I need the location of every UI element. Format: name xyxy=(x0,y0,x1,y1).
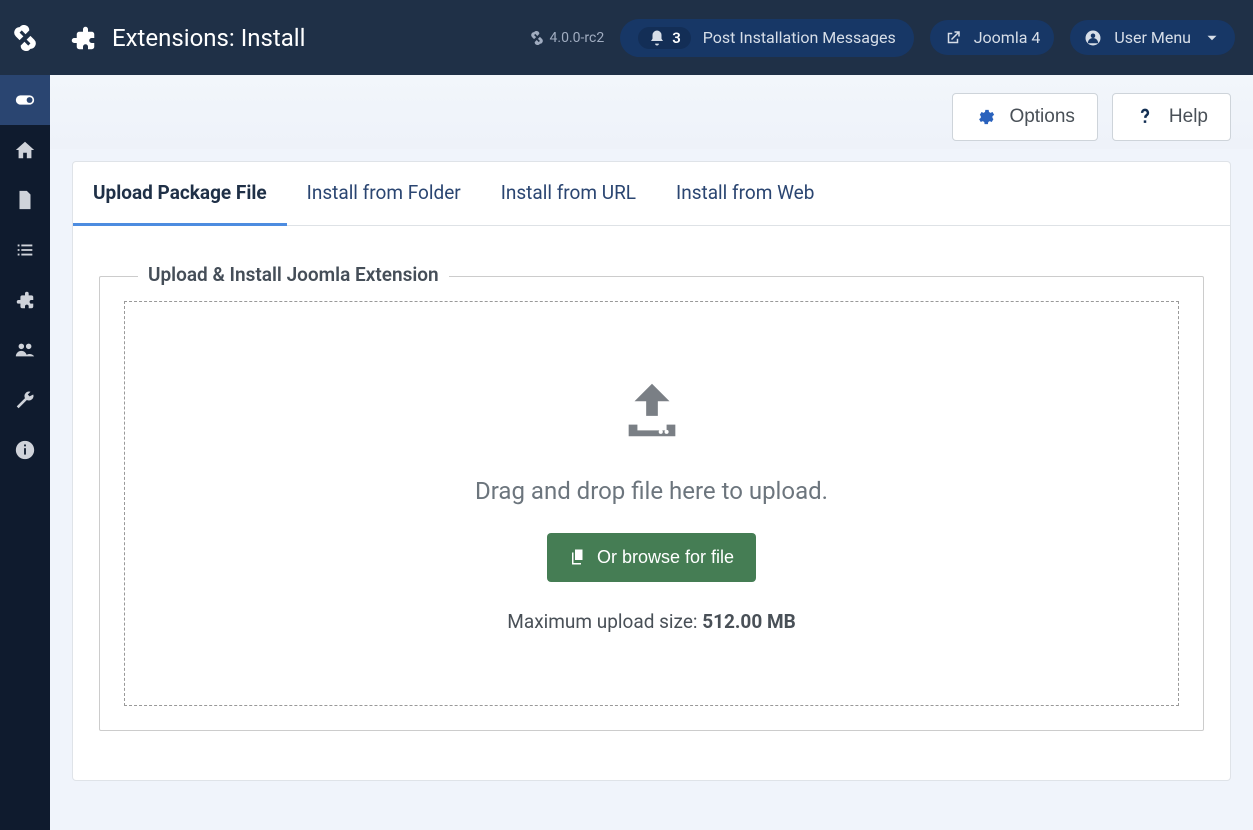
home-icon xyxy=(14,139,36,161)
upload-icon xyxy=(617,375,687,449)
sidebar-item-system[interactable] xyxy=(0,375,50,425)
chevron-down-icon xyxy=(1203,29,1221,47)
puzzle-icon xyxy=(14,289,36,311)
page-title: Extensions: Install xyxy=(112,24,305,52)
notifications-label: Post Installation Messages xyxy=(703,28,896,47)
gear-icon xyxy=(975,107,995,127)
toolbar: Options Help xyxy=(50,75,1253,149)
version-label: 4.0.0-rc2 xyxy=(530,30,605,46)
tab-install-url[interactable]: Install from URL xyxy=(481,162,656,225)
sidebar-item-components[interactable] xyxy=(0,275,50,325)
tab-install-web[interactable]: Install from Web xyxy=(656,162,834,225)
list-icon xyxy=(14,239,36,261)
drop-message: Drag and drop file here to upload. xyxy=(475,477,828,505)
sidebar-item-home[interactable] xyxy=(0,125,50,175)
external-link-icon xyxy=(944,29,962,47)
options-button[interactable]: Options xyxy=(952,93,1097,141)
joomla-small-icon xyxy=(530,31,544,45)
dropzone[interactable]: Drag and drop file here to upload. Or br… xyxy=(124,301,1179,706)
bell-icon xyxy=(648,29,666,47)
browse-button[interactable]: Or browse for file xyxy=(547,533,756,582)
notifications-badge: 3 xyxy=(638,27,691,49)
tab-install-folder[interactable]: Install from Folder xyxy=(287,162,481,225)
sidebar xyxy=(0,0,50,830)
copy-icon xyxy=(569,547,587,567)
sidebar-toggle[interactable] xyxy=(0,75,50,125)
sidebar-item-info[interactable] xyxy=(0,425,50,475)
sidebar-item-menus[interactable] xyxy=(0,225,50,275)
fieldset-legend: Upload & Install Joomla Extension xyxy=(138,263,449,286)
wrench-icon xyxy=(14,389,36,411)
info-icon xyxy=(14,439,36,461)
topbar: Extensions: Install 4.0.0-rc2 3 Post Ins… xyxy=(50,0,1253,75)
upload-fieldset: Upload & Install Joomla Extension Drag a… xyxy=(99,276,1204,731)
joomla-icon xyxy=(12,25,38,51)
toggle-icon xyxy=(14,89,36,111)
file-icon xyxy=(14,189,36,211)
sidebar-item-content[interactable] xyxy=(0,175,50,225)
sidebar-item-users[interactable] xyxy=(0,325,50,375)
help-button[interactable]: Help xyxy=(1112,93,1231,141)
site-link-pill[interactable]: Joomla 4 xyxy=(930,20,1055,55)
main-card: Upload Package File Install from Folder … xyxy=(72,161,1231,781)
user-menu-pill[interactable]: User Menu xyxy=(1070,20,1235,55)
user-circle-icon xyxy=(1084,29,1102,47)
brand-logo[interactable] xyxy=(0,0,50,75)
users-icon xyxy=(14,339,36,361)
tab-upload-package[interactable]: Upload Package File xyxy=(73,162,287,226)
tabs: Upload Package File Install from Folder … xyxy=(73,162,1230,226)
puzzle-icon xyxy=(68,23,98,53)
max-upload-size: Maximum upload size: 512.00 MB xyxy=(507,610,795,633)
notifications-pill[interactable]: 3 Post Installation Messages xyxy=(620,19,913,57)
page-title-group: Extensions: Install xyxy=(68,23,514,53)
question-icon xyxy=(1135,107,1155,127)
